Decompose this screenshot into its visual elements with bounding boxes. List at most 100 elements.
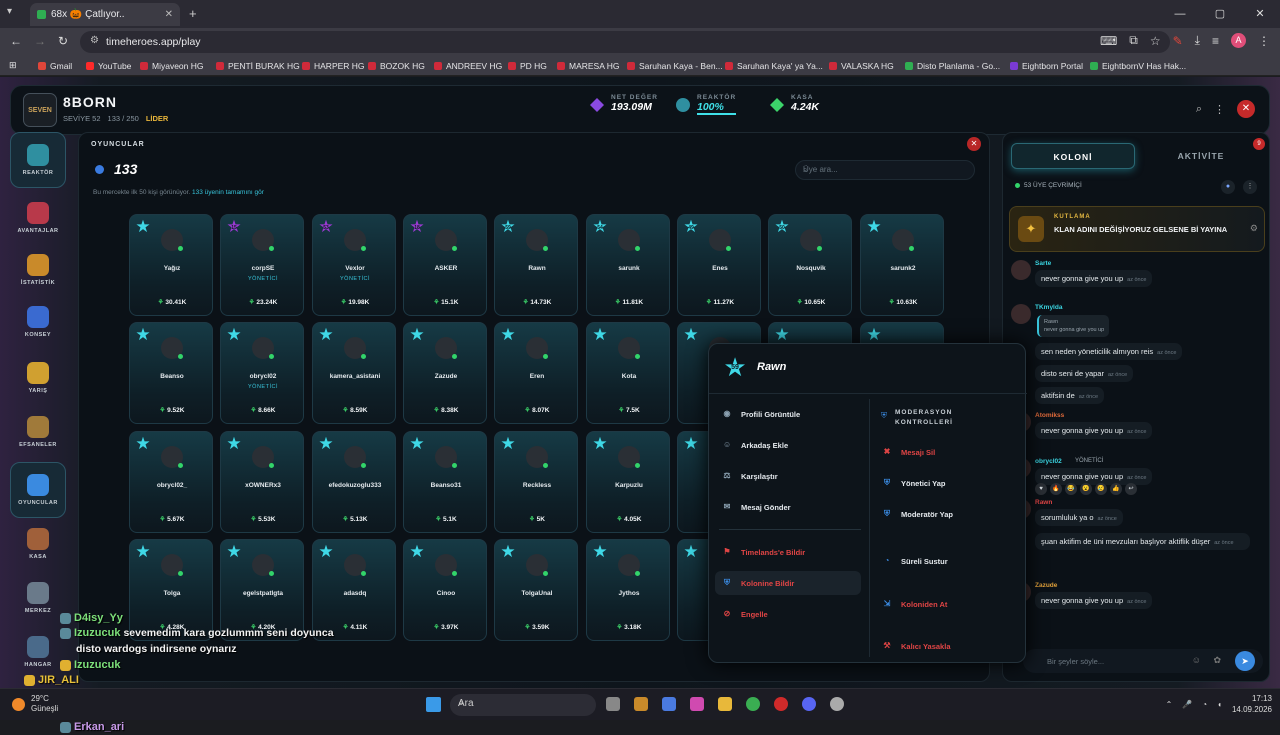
bookmark-item[interactable]: Disto Planlama - Go... — [905, 61, 1000, 71]
emoji-icon[interactable]: ☺ — [1192, 655, 1201, 665]
moderation-item[interactable]: ⇲ Koloniden At — [869, 592, 1019, 616]
tab-aktivite[interactable]: AKTİVİTE — [1139, 143, 1263, 169]
send-button[interactable]: ➤ — [1235, 651, 1255, 671]
player-card[interactable]: ★ Jythos ⚘ 3.18K — [586, 539, 670, 641]
message-user[interactable]: Sarte — [1035, 260, 1051, 267]
taskbar-search[interactable]: ⌕ Ara — [450, 694, 596, 716]
player-card[interactable]: ★ Zazude ⚘ 8.38K — [403, 322, 487, 424]
player-card[interactable]: ★ 49 Enes ⚘ 11.27K — [677, 214, 761, 316]
url-field[interactable]: ⚙ timeheroes.app/play — [80, 31, 1170, 53]
chat-input[interactable]: Bir şeyler söyle... ☺ ✿ ➤ — [1023, 649, 1263, 673]
player-card[interactable]: ★ efedokuzoglu333 ⚘ 5.13K — [312, 431, 396, 533]
report-item[interactable]: ⊘ Engelle — [715, 602, 861, 626]
profile-avatar[interactable]: A — [1231, 33, 1246, 48]
chrome-icon[interactable] — [746, 697, 760, 711]
report-item[interactable]: ⛨ Kolonine Bildir — [715, 571, 861, 595]
maximize-icon[interactable]: ▢ — [1200, 0, 1240, 28]
discord-icon[interactable] — [802, 697, 816, 711]
bookmark-item[interactable]: HARPER HG — [302, 61, 365, 71]
player-card[interactable]: ★ Reckless ⚘ 5K — [494, 431, 578, 533]
tab-list-icon[interactable]: ▾ — [7, 6, 12, 17]
opera-icon[interactable] — [774, 697, 788, 711]
report-item[interactable]: ⚑ Timelands'e Bildir — [715, 540, 861, 564]
reaction-icon[interactable]: 😂 — [1065, 483, 1077, 495]
message-user[interactable]: Atomikss — [1035, 412, 1064, 419]
nav-item-yariş[interactable]: YARIŞ — [10, 350, 66, 406]
close-window-icon[interactable]: ✕ — [1240, 0, 1280, 28]
nav-item-avantajlar[interactable]: AVANTAJLAR — [10, 190, 66, 246]
player-card[interactable]: ★ Yağız ⚘ 30.41K — [129, 214, 213, 316]
gif-icon[interactable]: ✿ — [1213, 655, 1221, 666]
steam-icon[interactable] — [830, 697, 844, 711]
player-card[interactable]: ★ Beanso ⚘ 9.52K — [129, 322, 213, 424]
bookmark-item[interactable]: ANDREEV HG — [434, 61, 502, 71]
reaction-icon[interactable]: ♥ — [1035, 483, 1047, 495]
player-card[interactable]: ★ 50 Nosquvik ⚘ 10.65K — [768, 214, 852, 316]
reaction-icon[interactable]: 🔥 — [1050, 483, 1062, 495]
message-user[interactable]: Rawn — [1035, 499, 1052, 506]
player-card[interactable]: ★ 54 sarunk ⚘ 11.81K — [586, 214, 670, 316]
tray-expand-icon[interactable]: ⌃ — [1166, 700, 1173, 709]
close-panel-button[interactable]: ✕ — [967, 137, 981, 151]
moderation-item[interactable]: ⛨ Moderatör Yap — [869, 502, 1019, 526]
minimize-icon[interactable]: — — [1160, 0, 1200, 28]
player-card[interactable]: ★ obrycl02_ ⚘ 5.67K — [129, 431, 213, 533]
nav-item-konsey[interactable]: KONSEY — [10, 294, 66, 350]
moderation-item[interactable]: ⛨ Yönetici Yap — [869, 471, 1019, 495]
forward-icon[interactable]: → — [34, 34, 46, 48]
player-card[interactable]: ★ 18 ASKER ⚘ 15.1K — [403, 214, 487, 316]
bookmark-item[interactable]: BOZOK HG — [368, 61, 425, 71]
start-icon[interactable] — [426, 697, 441, 712]
bookmark-item[interactable]: EightbornV Has Hak... — [1090, 61, 1186, 71]
player-card[interactable]: ★ Karpuzlu ⚘ 4.05K — [586, 431, 670, 533]
moderation-item[interactable]: ◔ Süreli Sustur — [869, 549, 1019, 573]
settings-icon[interactable]: ⚙ — [1250, 223, 1258, 234]
explorer-icon[interactable] — [718, 697, 732, 711]
apps-icon[interactable]: ⊞ — [9, 60, 17, 71]
menu-item[interactable]: ☺ Arkadaş Ekle — [709, 433, 859, 457]
player-card[interactable]: ★ TolgaUnal ⚘ 3.59K — [494, 539, 578, 641]
extension-icon[interactable]: ✎ — [1173, 34, 1183, 48]
nav-item-i̇stati̇sti̇k[interactable]: İSTATİSTİK — [10, 242, 66, 298]
player-card[interactable]: ★ Beanso31 ⚘ 5.1K — [403, 431, 487, 533]
player-card[interactable]: ★ Kota ⚘ 7.5K — [586, 322, 670, 424]
menu-item[interactable]: ◉ Profili Görüntüle — [709, 402, 859, 426]
bookmark-item[interactable]: Gmail — [38, 61, 72, 71]
bookmark-item[interactable]: PD HG — [508, 61, 547, 71]
reload-icon[interactable]: ↻ — [58, 34, 68, 48]
search-icon[interactable]: ⌕ — [1196, 103, 1202, 116]
mic-icon[interactable]: 🎤 — [1182, 700, 1192, 709]
bookmark-item[interactable]: PENTİ BURAK HG — [216, 61, 300, 71]
translate-icon[interactable]: ⌨ — [1100, 34, 1117, 48]
bookmark-item[interactable]: Saruhan Kaya' ya Ya... — [725, 61, 823, 71]
menu-icon[interactable]: ⋮ — [1258, 34, 1270, 48]
bookmark-item[interactable]: Eightborn Portal — [1010, 61, 1083, 71]
reaction-icon[interactable]: 😮 — [1080, 483, 1092, 495]
store-icon[interactable] — [662, 697, 676, 711]
close-game-button[interactable]: ✕ — [1237, 100, 1255, 118]
reaction-icon[interactable]: 😢 — [1095, 483, 1107, 495]
copilot-icon[interactable] — [690, 697, 704, 711]
network-icon[interactable]: ◔ — [1202, 700, 1207, 709]
message-user[interactable]: Zazude — [1035, 582, 1057, 589]
site-info-icon[interactable]: ⚙ — [90, 35, 99, 46]
tab-koloni[interactable]: KOLONİ — [1011, 143, 1135, 169]
player-card[interactable]: ★ Cinoo ⚘ 3.97K — [403, 539, 487, 641]
weather-widget[interactable]: 29°C Güneşli — [12, 694, 58, 714]
new-tab-button[interactable]: + — [189, 6, 197, 21]
back-icon[interactable]: ← — [10, 34, 22, 48]
bookmark-item[interactable]: Miyaveon HG — [140, 61, 204, 71]
nav-item-kasa[interactable]: KASA — [10, 516, 66, 572]
player-card[interactable]: ★ 53 Vexlor YÖNETİCİ ⚘ 19.98K — [312, 214, 396, 316]
nav-item-efsaneler[interactable]: EFSANELER — [10, 404, 66, 460]
message-user[interactable]: TKmylda — [1035, 304, 1062, 311]
nav-item-oyuncular[interactable]: OYUNCULAR — [10, 462, 66, 518]
player-card[interactable]: ★ xOWNERx3 ⚘ 5.53K — [220, 431, 304, 533]
see-all-link[interactable]: 133 üyenin tamamını gör — [192, 189, 264, 196]
player-search-input[interactable]: ⌕ Üye ara... — [795, 160, 975, 180]
bookmark-star-icon[interactable]: ☆ — [1150, 34, 1161, 48]
message-user[interactable]: obrycl02 — [1035, 458, 1062, 465]
clock[interactable]: 17:13 14.09.2026 — [1232, 693, 1272, 715]
player-card[interactable]: ★ 15 corpSE YÖNETİCİ ⚘ 23.24K — [220, 214, 304, 316]
install-icon[interactable]: ⧉ — [1129, 33, 1138, 48]
